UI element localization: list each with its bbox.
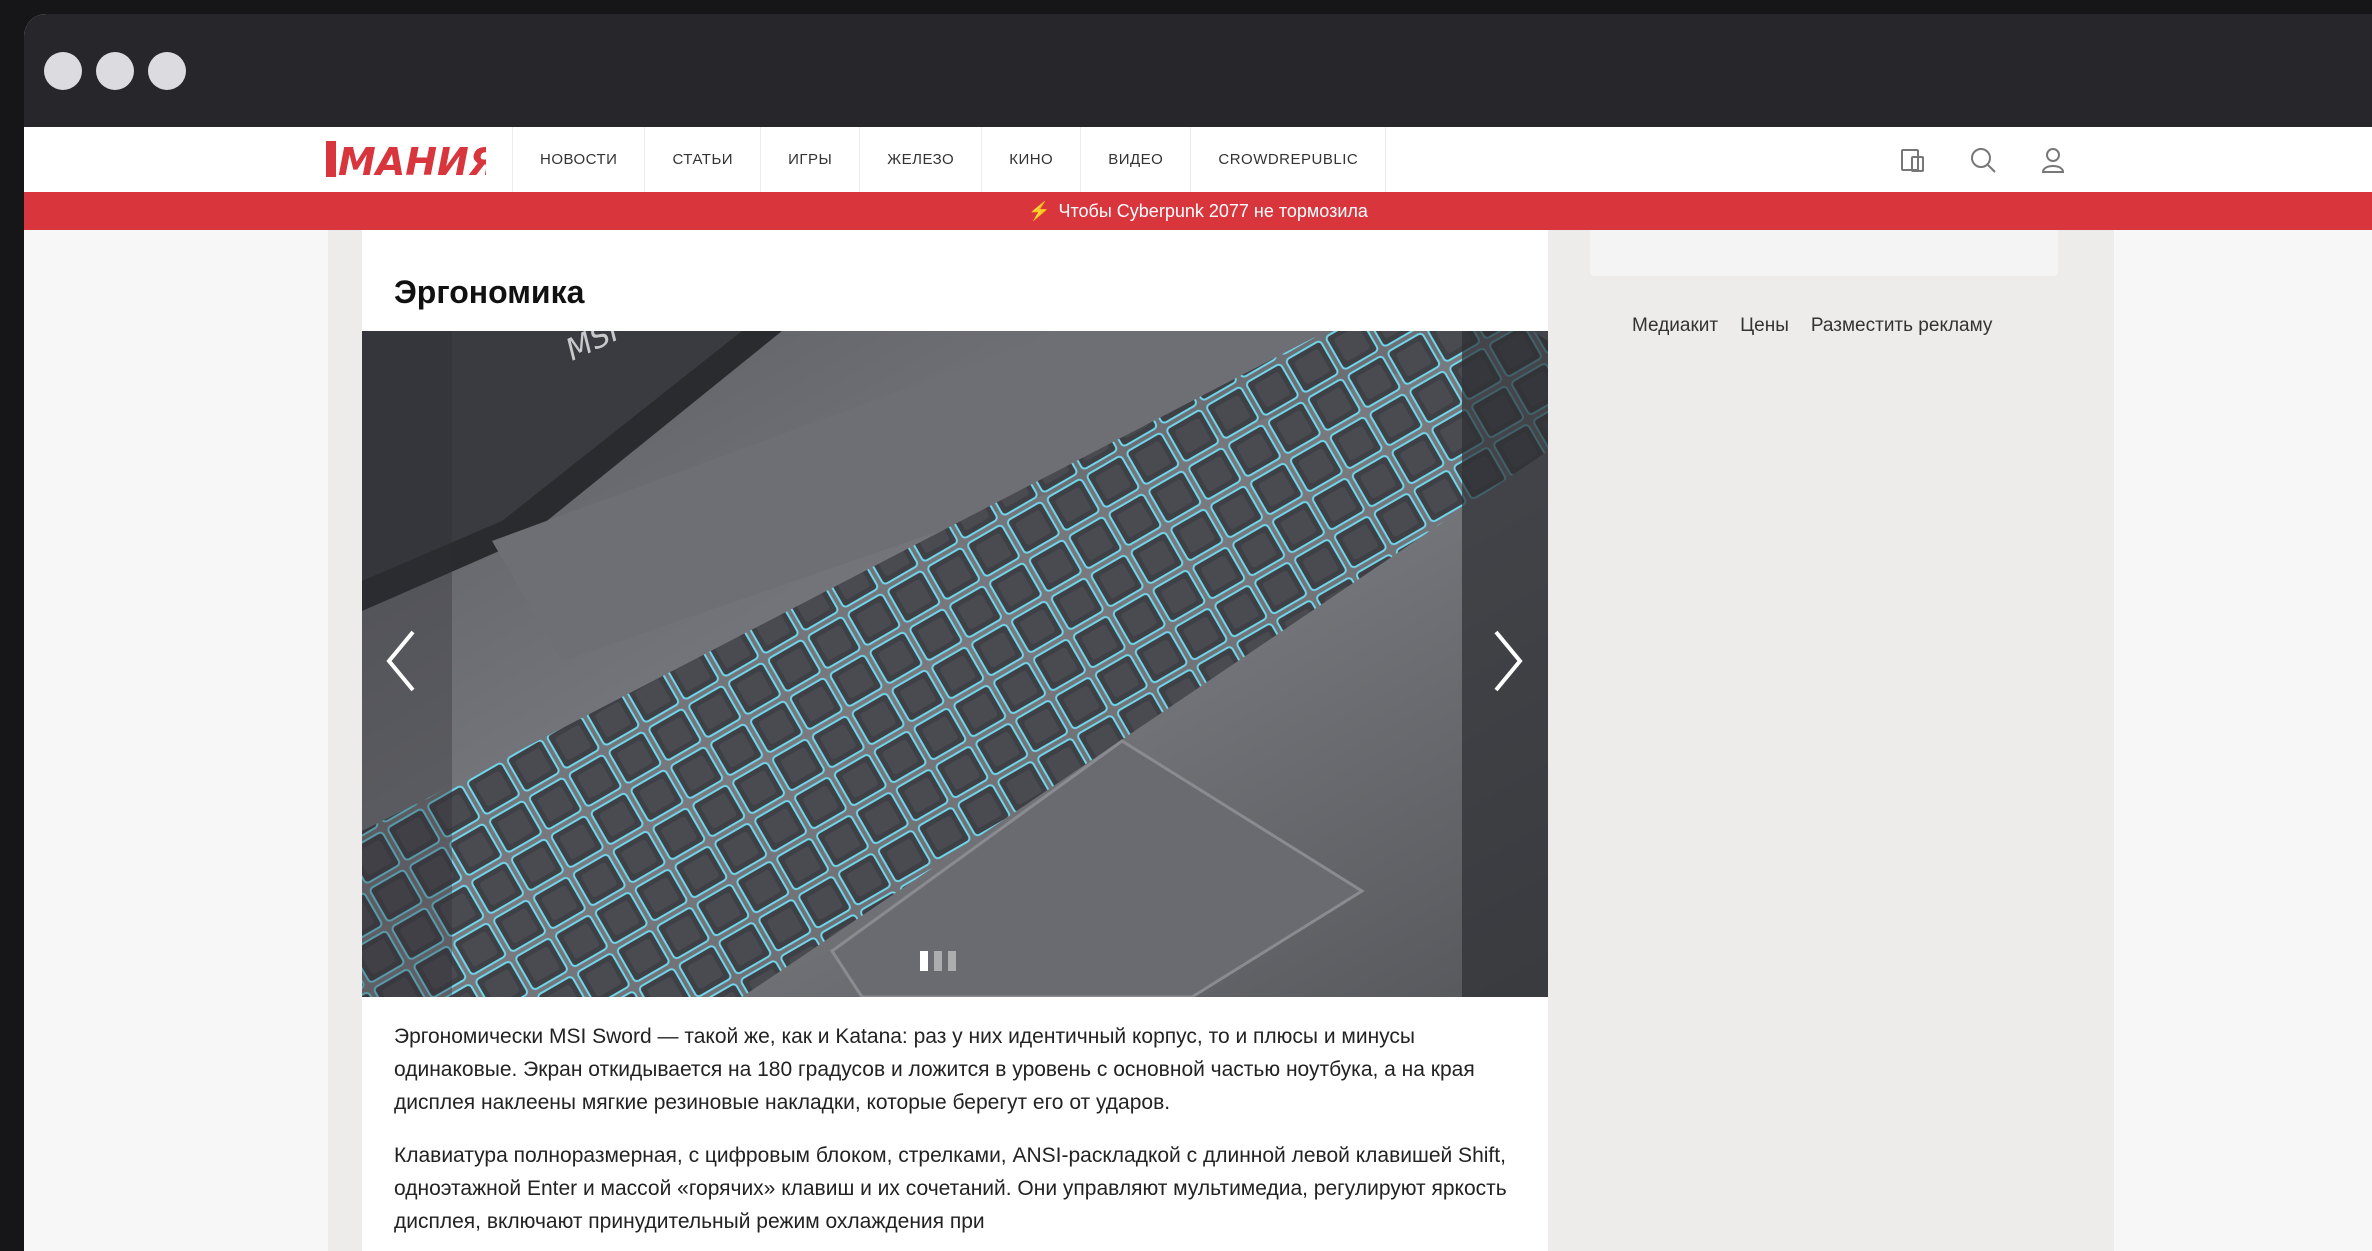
header-actions xyxy=(1894,127,2072,192)
gallery-dot-2[interactable] xyxy=(934,951,942,971)
article-paragraph-1: Эргономически MSI Sword — такой же, как … xyxy=(394,1025,1475,1114)
promo-text: Чтобы Cyberpunk 2077 не тормозила xyxy=(1058,200,1368,221)
nav-item-video[interactable]: Видео xyxy=(1080,127,1190,192)
gallery-dot-3[interactable] xyxy=(948,951,956,971)
window-titlebar xyxy=(24,14,2372,127)
section-heading: Эргономика xyxy=(394,274,585,310)
browser-window: МАНИЯ Новости Статьи Игры Железо Кино Ви… xyxy=(24,14,2372,1251)
gallery-prev-button[interactable] xyxy=(376,621,426,701)
lightning-icon: ⚡ xyxy=(1028,200,1051,221)
article-paragraph-2: Клавиатура полноразмерная, с цифровым бл… xyxy=(394,1144,1507,1233)
image-gallery[interactable]: MSI xyxy=(362,331,1548,997)
window-dot-zoom[interactable] xyxy=(148,52,186,90)
nav-item-games[interactable]: Игры xyxy=(760,127,859,192)
gallery-photo: MSI xyxy=(362,331,1548,997)
link-advertise[interactable]: Разместить рекламу xyxy=(1811,315,1993,337)
window-dot-close[interactable] xyxy=(44,52,82,90)
device-icon[interactable] xyxy=(1894,141,1932,179)
search-icon[interactable] xyxy=(1964,141,2002,179)
logo-text: МАНИЯ xyxy=(338,140,486,183)
user-icon[interactable] xyxy=(2034,141,2072,179)
chevron-left-icon xyxy=(386,630,415,692)
article-body: Эргономически MSI Sword — такой же, как … xyxy=(394,1020,1524,1251)
site-logo[interactable]: МАНИЯ xyxy=(326,135,498,184)
sidebar-ad-box xyxy=(1590,230,2058,276)
gallery-next-button[interactable] xyxy=(1483,621,1533,701)
main-nav: Новости Статьи Игры Железо Кино Видео Cr… xyxy=(512,127,1387,192)
promo-banner[interactable]: ⚡ Чтобы Cyberpunk 2077 не тормозила xyxy=(24,192,2372,230)
gallery-dot-1[interactable] xyxy=(920,951,928,971)
article-section: Эргономика MSI Эргономически MSI Sword —… xyxy=(362,230,1548,1251)
nav-item-news[interactable]: Новости xyxy=(512,127,644,192)
link-mediakit[interactable]: Медиакит xyxy=(1632,315,1718,337)
link-prices[interactable]: Цены xyxy=(1740,315,1789,337)
nav-item-hardware[interactable]: Железо xyxy=(859,127,981,192)
nav-item-cinema[interactable]: Кино xyxy=(981,127,1080,192)
window-dot-minimize[interactable] xyxy=(96,52,134,90)
chevron-right-icon xyxy=(1494,630,1523,692)
sidebar-links: Медиакит Цены Разместить рекламу xyxy=(1632,315,1992,337)
site-header: МАНИЯ Новости Статьи Игры Железо Кино Ви… xyxy=(24,127,2372,193)
nav-item-crowdrepublic[interactable]: Crowdrepublic xyxy=(1190,127,1387,192)
nav-item-articles[interactable]: Статьи xyxy=(644,127,760,192)
gallery-pagination xyxy=(920,951,956,971)
